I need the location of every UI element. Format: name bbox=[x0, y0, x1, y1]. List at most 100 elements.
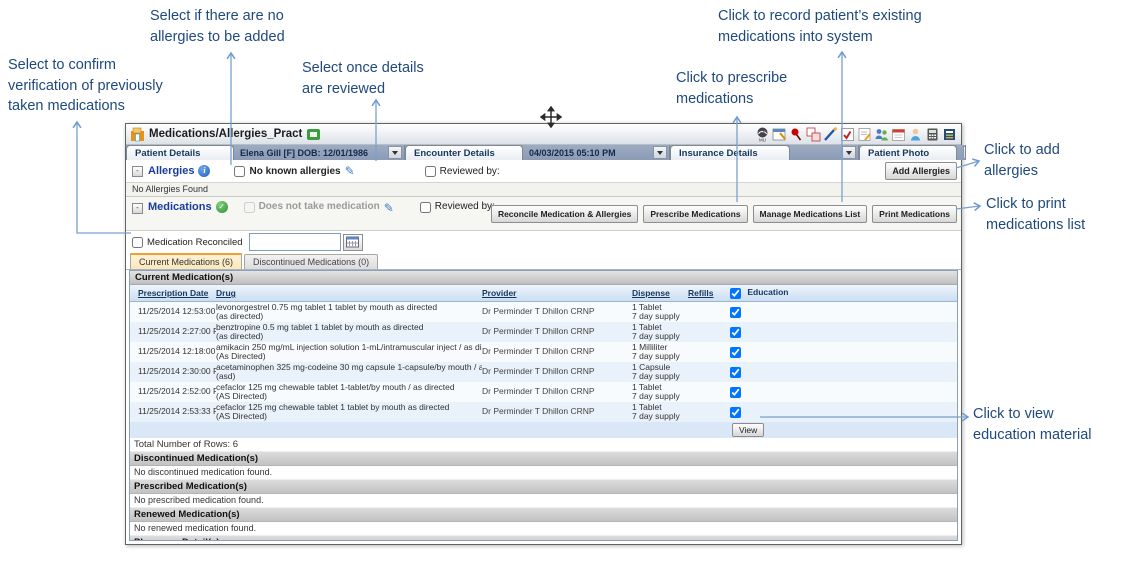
cell-dispense: 1 Tablet7 day supply bbox=[632, 323, 688, 342]
photo-summary bbox=[957, 145, 966, 160]
tab-patient-photo[interactable]: Patient Photo bbox=[859, 145, 957, 160]
cell-education bbox=[730, 327, 957, 338]
column-provider[interactable]: Provider bbox=[482, 288, 632, 298]
tab-current-medications[interactable]: Current Medications (6) bbox=[130, 252, 242, 269]
mu-gauge-icon[interactable]: MU bbox=[755, 127, 770, 142]
encounter-summary: 04/03/2015 05:10 PM bbox=[523, 145, 670, 160]
cell-drug: acetaminophen 325 mg-codeine 30 mg capsu… bbox=[216, 363, 482, 382]
patient-summary: Elena Gill [F] DOB: 12/01/1986 bbox=[234, 145, 405, 160]
dispense-supply: 7 day supply bbox=[632, 332, 688, 342]
svg-text:MU: MU bbox=[759, 137, 766, 142]
users-icon[interactable] bbox=[874, 127, 889, 142]
discontinued-medications-empty: No discontinued medication found. bbox=[130, 466, 957, 479]
does-not-take-medication-label: Does not take medication bbox=[259, 201, 380, 212]
cell-provider: Dr Perminder T Dhillon CRNP bbox=[482, 347, 632, 357]
allergies-reviewed-checkbox[interactable] bbox=[425, 166, 436, 177]
view-education-button[interactable]: View bbox=[732, 423, 764, 437]
education-checkbox[interactable] bbox=[730, 407, 741, 418]
dispense-supply: 7 day supply bbox=[632, 312, 688, 322]
photo-dropdown-button[interactable] bbox=[963, 146, 966, 159]
window-title: Medications/Allergies_Pract bbox=[149, 128, 302, 140]
allergies-edit-pencil-icon[interactable]: ✎ bbox=[345, 164, 355, 178]
cell-prescription-date: 11/25/2014 12:53:00 PM bbox=[130, 307, 216, 317]
pharmacy-details-header: Pharmacy Detail(s) bbox=[130, 535, 957, 541]
patient-summary-text: Elena Gill [F] DOB: 12/01/1986 bbox=[240, 148, 368, 158]
allergies-section-label: Allergies bbox=[148, 165, 194, 177]
education-checkbox[interactable] bbox=[730, 367, 741, 378]
prescribe-medications-button[interactable]: Prescribe Medications bbox=[643, 205, 747, 223]
title-status-icon bbox=[306, 127, 321, 142]
column-refills[interactable]: Refills bbox=[688, 288, 730, 298]
medications-table-header: Prescription Date Drug Provider Dispense… bbox=[130, 285, 957, 302]
medication-tabs: Current Medications (6) Discontinued Med… bbox=[126, 253, 961, 270]
calendar-edit-icon[interactable] bbox=[772, 127, 787, 142]
insurance-summary bbox=[790, 145, 859, 160]
patient-dropdown-button[interactable] bbox=[388, 146, 402, 159]
allergies-info-icon: i bbox=[198, 165, 210, 177]
medications-collapse-toggle[interactable]: - bbox=[132, 203, 143, 214]
add-allergies-button[interactable]: Add Allergies bbox=[885, 162, 957, 180]
column-dispense[interactable]: Dispense bbox=[632, 288, 688, 298]
med-transfer-icon[interactable] bbox=[806, 127, 821, 142]
insurance-dropdown-button[interactable] bbox=[842, 146, 856, 159]
note-no-allergies: Select if there are no allergies to be a… bbox=[150, 6, 285, 47]
pen-icon[interactable] bbox=[823, 127, 838, 142]
medication-reconciled-checkbox[interactable] bbox=[132, 237, 143, 248]
dispense-supply: 7 day supply bbox=[632, 392, 688, 402]
drug-sig: (As Directed) bbox=[216, 352, 482, 362]
cell-provider: Dr Perminder T Dhillon CRNP bbox=[482, 407, 632, 417]
allergies-collapse-toggle[interactable]: - bbox=[132, 166, 143, 177]
medications-reviewed-label: Reviewed by: bbox=[435, 201, 495, 212]
pushpin-icon[interactable] bbox=[789, 127, 804, 142]
education-checkbox[interactable] bbox=[730, 307, 741, 318]
encounter-dropdown-button[interactable] bbox=[653, 146, 667, 159]
reconcile-medication-allergies-button[interactable]: Reconcile Medication & Allergies bbox=[491, 205, 638, 223]
tab-discontinued-medications[interactable]: Discontinued Medications (0) bbox=[244, 254, 378, 269]
cell-provider: Dr Perminder T Dhillon CRNP bbox=[482, 387, 632, 397]
tab-patient-details[interactable]: Patient Details bbox=[126, 145, 234, 160]
medications-button-bar: Reconcile Medication & Allergies Prescri… bbox=[491, 205, 957, 223]
no-allergies-found-row: No Allergies Found bbox=[126, 182, 961, 197]
medications-reviewed-checkbox[interactable] bbox=[420, 202, 431, 213]
task-check-icon[interactable] bbox=[840, 127, 855, 142]
drug-sig: (asd) bbox=[216, 372, 482, 382]
does-not-take-medication-checkbox bbox=[244, 202, 255, 213]
no-known-allergies-checkbox[interactable] bbox=[234, 166, 245, 177]
patient-icon[interactable] bbox=[908, 127, 923, 142]
reconciled-date-input[interactable] bbox=[249, 233, 341, 251]
column-prescription-date[interactable]: Prescription Date bbox=[130, 288, 216, 298]
education-checkbox[interactable] bbox=[730, 347, 741, 358]
education-checkbox[interactable] bbox=[730, 327, 741, 338]
tab-insurance-details[interactable]: Insurance Details bbox=[670, 145, 790, 160]
cell-dispense: 1 Tablet7 day supply bbox=[632, 303, 688, 322]
note-record-existing: Click to record patient’s existing medic… bbox=[718, 6, 922, 47]
medications-panel: Current Medication(s) Prescription Date … bbox=[129, 270, 958, 541]
report-book-icon[interactable] bbox=[942, 127, 957, 142]
cell-provider: Dr Perminder T Dhillon CRNP bbox=[482, 307, 632, 317]
discontinued-medications-header: Discontinued Medication(s) bbox=[130, 451, 957, 466]
education-checkbox[interactable] bbox=[730, 387, 741, 398]
calculator-icon[interactable] bbox=[925, 127, 940, 142]
table-row: 11/25/2014 2:53:33 PM cefaclor 125 mg ch… bbox=[130, 402, 957, 422]
cell-drug: amikacin 250 mg/mL injection solution 1-… bbox=[216, 343, 482, 362]
drug-sig: (AS Directed) bbox=[216, 392, 482, 402]
drug-sig: (AS Directed) bbox=[216, 412, 482, 422]
move-cursor-icon bbox=[540, 106, 562, 128]
dispense-supply: 7 day supply bbox=[632, 372, 688, 382]
no-known-allergies-label: No known allergies bbox=[249, 166, 340, 177]
current-medications-header: Current Medication(s) bbox=[130, 271, 957, 285]
tab-encounter-details[interactable]: Encounter Details bbox=[405, 145, 523, 160]
manage-medications-list-button[interactable]: Manage Medications List bbox=[753, 205, 868, 223]
cell-prescription-date: 11/25/2014 2:27:00 PM bbox=[130, 327, 216, 337]
dispense-supply: 7 day supply bbox=[632, 412, 688, 422]
allergies-section: - Allergies i No known allergies ✎ Revie… bbox=[126, 160, 961, 182]
appointment-icon[interactable] bbox=[891, 127, 906, 142]
print-medications-button[interactable]: Print Medications bbox=[872, 205, 957, 223]
column-drug[interactable]: Drug bbox=[216, 288, 482, 298]
education-header-label: Education bbox=[747, 287, 788, 297]
cell-drug: levonorgestrel 0.75 mg tablet 1 tablet b… bbox=[216, 303, 482, 322]
education-header-checkbox[interactable] bbox=[730, 288, 741, 299]
note-edit-icon[interactable] bbox=[857, 127, 872, 142]
medications-edit-pencil-icon[interactable]: ✎ bbox=[384, 201, 394, 215]
calendar-picker-button[interactable] bbox=[343, 234, 363, 251]
